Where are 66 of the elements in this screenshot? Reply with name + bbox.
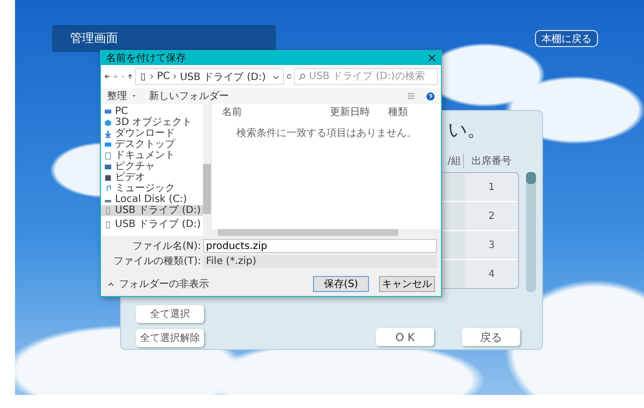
column-header[interactable]: 名前 <box>222 105 330 119</box>
document-icon <box>104 152 112 160</box>
refresh-icon[interactable] <box>286 72 292 81</box>
drive-icon <box>138 72 147 80</box>
scrollbar[interactable] <box>526 172 536 292</box>
file-type-dropdown[interactable]: File (*.zip) <box>203 254 437 268</box>
chevron-icon <box>150 73 154 80</box>
picture-icon <box>104 162 112 170</box>
nav-item[interactable]: ビデオ <box>101 172 203 183</box>
cube-icon <box>104 118 112 126</box>
nav-item[interactable]: USB ドライブ (D:) <box>101 205 203 216</box>
select-all-button[interactable]: 全て選択 <box>136 305 204 323</box>
table-cell-text: 2 <box>487 210 496 224</box>
nav-item[interactable]: USB ドライブ (D:) <box>101 219 203 230</box>
caret-icon[interactable] <box>107 280 115 288</box>
back-button[interactable]: 戻る <box>462 328 520 346</box>
column-header[interactable]: 更新日時 <box>330 105 388 119</box>
organize-menu[interactable]: 整理 <box>107 89 127 103</box>
scrollbar-thumb[interactable] <box>218 229 398 236</box>
save-button[interactable]: 保存(S) <box>313 276 369 292</box>
view-options-icon[interactable] <box>407 92 415 100</box>
search-field[interactable]: USB ドライブ (D:)の検索 <box>294 68 438 85</box>
cancel-button[interactable]: キャンセル <box>379 276 435 292</box>
nav-item[interactable]: ピクチャ <box>101 161 203 172</box>
desktop-icon <box>104 140 112 148</box>
page-title: 管理画面 <box>70 30 118 47</box>
instruction-text: い。 <box>448 118 486 143</box>
file-name-label: ファイル名(N): <box>131 240 202 253</box>
deselect-all-button[interactable]: 全て選択解除 <box>136 329 204 347</box>
file-name-field[interactable]: products.zip <box>203 239 437 253</box>
video-icon <box>104 174 112 182</box>
back-arrow-icon[interactable] <box>104 72 110 81</box>
close-icon[interactable] <box>428 54 436 62</box>
table-cell-text: 1 <box>487 180 496 194</box>
scrollbar-thumb[interactable] <box>526 172 536 184</box>
search-icon <box>298 72 306 80</box>
scrollbar-thumb[interactable] <box>203 164 211 214</box>
address-bar[interactable]: PC USB ドライブ (D:) <box>134 68 284 85</box>
nav-item[interactable]: 3D オブジェクト <box>101 117 203 128</box>
breadcrumb-item[interactable]: PC <box>156 71 170 82</box>
dialog-title: 名前を付けて保存 <box>106 52 186 65</box>
breadcrumb-item[interactable]: USB ドライブ (D:) <box>180 70 266 84</box>
hide-folders-link[interactable]: フォルダーの非表示 <box>119 277 209 291</box>
nav-item[interactable]: ミュージック <box>101 183 203 194</box>
new-folder-button[interactable]: 新しいフォルダー <box>149 89 229 103</box>
download-icon <box>104 130 112 138</box>
scrollbar[interactable] <box>203 104 211 236</box>
nav-item[interactable]: Local Disk (C:) <box>101 194 203 205</box>
table-cell-text: 3 <box>487 238 496 252</box>
column-header: 出席番号 <box>470 154 512 168</box>
table-cell-text: 4 <box>487 268 496 282</box>
nav-item[interactable]: PC <box>101 106 203 117</box>
pc-icon <box>104 108 112 116</box>
empty-message: 検索条件に一致する項目はありません。 <box>236 126 418 140</box>
back-to-bookshelf-button[interactable]: 本棚に戻る <box>535 30 598 47</box>
help-icon[interactable] <box>426 92 435 100</box>
up-arrow-icon[interactable] <box>126 72 133 81</box>
file-type-label: ファイルの種類(T): <box>112 254 202 268</box>
chevron-icon <box>172 73 177 80</box>
nav-item[interactable]: ダウンロード <box>101 128 203 139</box>
scrollbar[interactable] <box>212 229 441 236</box>
music-icon <box>104 184 112 192</box>
column-header[interactable]: 種類 <box>388 105 408 119</box>
nav-item[interactable]: デスクトップ <box>101 139 203 150</box>
nav-item[interactable]: ドキュメント <box>101 150 203 161</box>
ok-button[interactable]: O K <box>376 328 434 346</box>
